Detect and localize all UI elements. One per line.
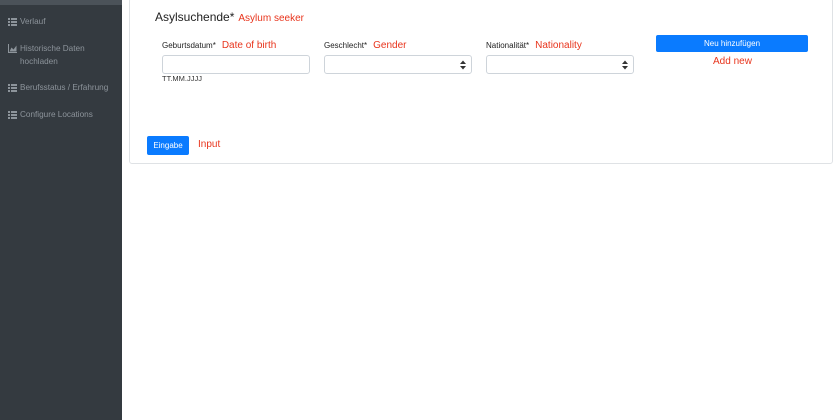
nationality-label-row: Nationalität* Nationality	[486, 40, 582, 51]
select-arrows-icon	[622, 60, 628, 70]
gender-label-row: Geschlecht* Gender	[324, 40, 407, 51]
submit-button[interactable]: Eingabe	[147, 136, 189, 155]
gender-label: Geschlecht*	[324, 41, 368, 50]
gender-select[interactable]	[324, 55, 472, 74]
list-icon	[8, 83, 17, 92]
card-title: Asylsuchende*	[155, 10, 235, 24]
add-new-annotation: Add new	[713, 56, 752, 67]
sidebar-active-item[interactable]	[0, 0, 122, 5]
nationality-label: Nationalität*	[486, 41, 530, 50]
chart-icon	[8, 44, 17, 53]
submit-annotation: Input	[198, 139, 221, 150]
list-icon	[8, 17, 17, 26]
sidebar-item-verlauf[interactable]: Verlauf	[8, 15, 116, 28]
sidebar-item-label: Historische Daten hochladen	[20, 44, 85, 66]
select-arrows-icon	[460, 60, 466, 70]
sidebar-item-label: Configure Locations	[20, 110, 93, 119]
dob-format-hint: TT.MM.JJJJ	[162, 74, 202, 83]
sidebar-item-label: Verlauf	[20, 17, 46, 26]
sidebar-item-berufsstatus[interactable]: Berufsstatus / Erfahrung	[8, 81, 116, 94]
main-content: Asylsuchende* Asylum seeker Geburtsdatum…	[122, 0, 840, 420]
dob-label-row: Geburtsdatum* Date of birth	[162, 40, 276, 51]
dob-input[interactable]	[162, 55, 310, 74]
sidebar-item-historische-daten[interactable]: Historische Daten hochladen	[8, 42, 116, 68]
card-title-annotation: Asylum seeker	[238, 13, 304, 24]
asylum-seeker-card: Asylsuchende* Asylum seeker Geburtsdatum…	[129, 0, 833, 164]
gender-annotation: Gender	[373, 40, 407, 51]
card-title-row: Asylsuchende* Asylum seeker	[155, 10, 304, 24]
nationality-select[interactable]	[486, 55, 634, 74]
sidebar-item-label: Berufsstatus / Erfahrung	[20, 83, 109, 92]
dob-annotation: Date of birth	[221, 40, 277, 51]
sidebar: Verlauf Historische Daten hochladen Beru…	[0, 0, 122, 420]
list-icon	[8, 110, 17, 119]
dob-label: Geburtsdatum*	[162, 41, 216, 50]
nationality-annotation: Nationality	[535, 40, 582, 51]
sidebar-item-configure-locations[interactable]: Configure Locations	[8, 108, 116, 121]
add-new-button[interactable]: Neu hinzufügen	[656, 35, 808, 52]
